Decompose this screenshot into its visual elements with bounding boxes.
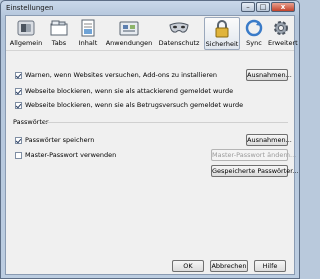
title-bar[interactable]: Einstellungen – □ x xyxy=(1,1,299,15)
help-button[interactable]: Hilfe xyxy=(254,260,286,272)
window-controls: – □ x xyxy=(241,2,295,12)
document-icon xyxy=(81,19,95,37)
mask-icon xyxy=(169,22,189,33)
cancel-button[interactable]: Abbrechen xyxy=(210,260,248,272)
lock-icon xyxy=(215,20,229,38)
tab-label: Inhalt xyxy=(78,39,98,47)
preferences-window: Einstellungen – □ x Allgemein Tabs Inhal… xyxy=(0,0,300,279)
warn-addons-option[interactable]: Warnen, wenn Websites versuchen, Add-ons… xyxy=(15,70,217,80)
gear-icon xyxy=(274,21,288,35)
category-toolbar: Allgemein Tabs Inhalt Anwendungen Datens… xyxy=(6,16,298,51)
save-passwords-option[interactable]: Passwörter speichern xyxy=(15,135,94,145)
save-passwords-label: Passwörter speichern xyxy=(25,136,95,144)
addon-exceptions-button[interactable]: Ausnahmen... xyxy=(246,69,292,81)
master-password-checkbox[interactable] xyxy=(15,151,22,159)
tabs-icon xyxy=(50,20,68,36)
minimize-button[interactable]: – xyxy=(241,2,255,12)
section-divider xyxy=(44,122,288,123)
window-title: Einstellungen xyxy=(6,4,54,12)
master-password-option[interactable]: Master-Passwort verwenden xyxy=(15,150,116,160)
tab-label: Sync xyxy=(246,39,262,47)
master-password-label: Master-Passwort verwenden xyxy=(25,151,117,159)
ok-button[interactable]: OK xyxy=(172,260,204,272)
tab-label: Allgemein xyxy=(9,39,43,47)
block-fraud-option[interactable]: Webseite blockieren, wenn sie als Betrug… xyxy=(15,100,243,110)
tab-label: Datenschutz xyxy=(158,39,200,47)
dialog-client-area: Allgemein Tabs Inhalt Anwendungen Datens… xyxy=(5,15,299,275)
switch-icon xyxy=(17,20,35,36)
password-exceptions-button[interactable]: Ausnahmen... xyxy=(246,134,292,146)
block-attack-checkbox[interactable] xyxy=(15,87,22,95)
tab-datenschutz[interactable]: Datenschutz xyxy=(156,17,202,50)
sync-icon xyxy=(245,19,263,37)
tab-tabs[interactable]: Tabs xyxy=(46,17,72,50)
warn-addons-checkbox[interactable] xyxy=(15,71,22,79)
saved-passwords-button[interactable]: Gespeicherte Passwörter... xyxy=(211,165,299,177)
tab-label: Tabs xyxy=(51,39,67,47)
block-attack-label: Webseite blockieren, wenn sie als attack… xyxy=(25,87,234,95)
tab-sicherheit[interactable]: Sicherheit xyxy=(204,17,240,50)
save-passwords-checkbox[interactable] xyxy=(15,136,22,144)
block-attack-option[interactable]: Webseite blockieren, wenn sie als attack… xyxy=(15,86,233,96)
tab-label: Sicherheit xyxy=(205,40,239,48)
warn-addons-label: Warnen, wenn Websites versuchen, Add-ons… xyxy=(25,71,217,79)
applications-icon xyxy=(119,21,139,36)
change-master-password-button: Master-Passwort ändern... xyxy=(211,149,297,161)
tab-label: Anwendungen xyxy=(105,39,153,47)
tab-erweitert[interactable]: Erweitert xyxy=(268,17,298,50)
security-pane: Warnen, wenn Websites versuchen, Add-ons… xyxy=(10,56,299,261)
block-fraud-label: Webseite blockieren, wenn sie als Betrug… xyxy=(25,101,244,109)
maximize-button[interactable]: □ xyxy=(256,2,270,12)
tab-anwendungen[interactable]: Anwendungen xyxy=(104,17,154,50)
tab-allgemein[interactable]: Allgemein xyxy=(8,17,44,50)
close-button[interactable]: x xyxy=(271,2,295,12)
tab-sync[interactable]: Sync xyxy=(242,17,266,50)
tab-label: Erweitert xyxy=(268,39,298,47)
tab-inhalt[interactable]: Inhalt xyxy=(74,17,102,50)
block-fraud-checkbox[interactable] xyxy=(15,101,22,109)
